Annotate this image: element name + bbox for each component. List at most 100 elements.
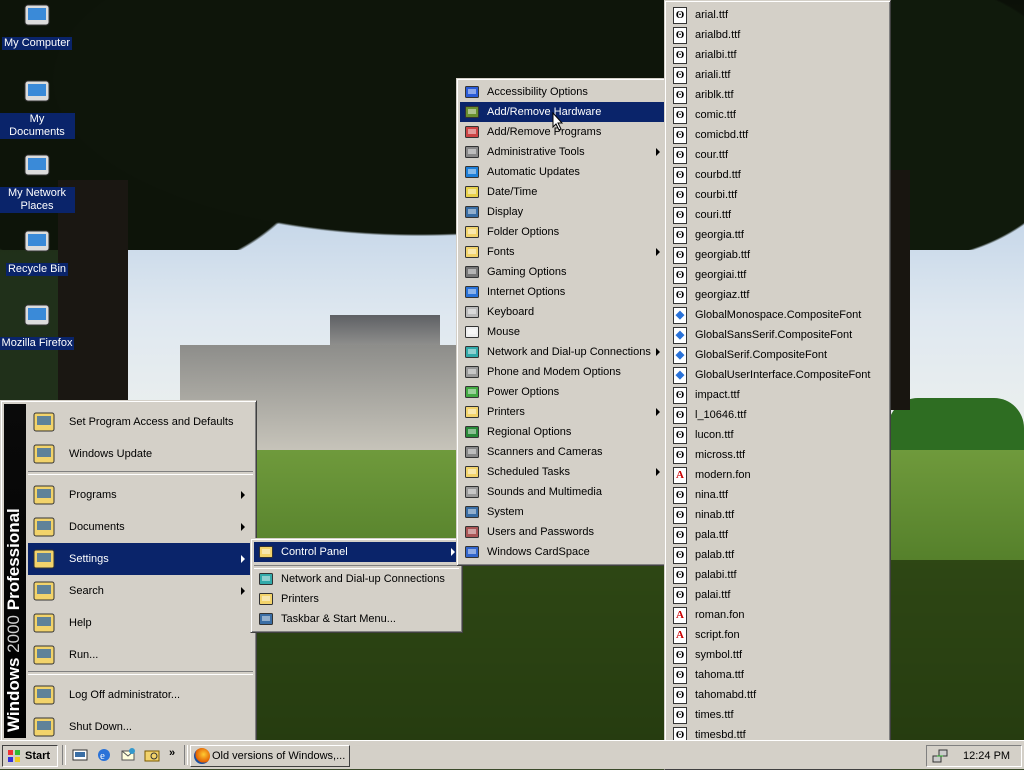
truetype-font-icon: ʘ <box>673 147 687 164</box>
control-panel-item-22[interactable]: System <box>460 502 664 522</box>
power-options-icon <box>465 386 479 398</box>
font-file-item-19[interactable]: ◆ GlobalUserInterface.CompositeFont <box>668 365 887 385</box>
desktop-icon-my-computer[interactable]: My Computer <box>0 0 75 50</box>
control-panel-item-14[interactable]: Network and Dial-up Connections <box>460 342 664 362</box>
font-file-item-22[interactable]: ʘ lucon.ttf <box>668 425 887 445</box>
control-panel-item-12[interactable]: Keyboard <box>460 302 664 322</box>
settings-item-2[interactable]: Network and Dial-up Connections <box>254 569 459 589</box>
control-panel-item-15[interactable]: Phone and Modem Options <box>460 362 664 382</box>
desktop-icon-network-places[interactable]: My Network Places <box>0 150 75 213</box>
font-file-item-17[interactable]: ◆ GlobalSansSerif.CompositeFont <box>668 325 887 345</box>
font-file-item-21[interactable]: ʘ l_10646.ttf <box>668 405 887 425</box>
control-panel-item-8[interactable]: Folder Options <box>460 222 664 242</box>
control-panel-item-10[interactable]: Gaming Options <box>460 262 664 282</box>
control-panel-item-9[interactable]: Fonts <box>460 242 664 262</box>
font-file-item-3[interactable]: ʘ arialbi.ttf <box>668 45 887 65</box>
taskbar-separator <box>62 745 66 765</box>
control-panel-item-5[interactable]: Automatic Updates <box>460 162 664 182</box>
fonts-submenu: ʘ arial.ttf ʘ arialbd.ttf ʘ arialbi.ttf ʘ arial… <box>664 0 891 770</box>
font-file-item-26[interactable]: ʘ ninab.ttf <box>668 505 887 525</box>
show-desktop-icon[interactable] <box>72 747 88 763</box>
start-menu-item-run[interactable]: Run... <box>28 639 251 671</box>
font-file-item-13[interactable]: ʘ georgiab.ttf <box>668 245 887 265</box>
font-file-item-31[interactable]: Aroman.fon <box>668 605 887 625</box>
font-file-item-2[interactable]: ʘ arialbd.ttf <box>668 25 887 45</box>
font-file-item-28[interactable]: ʘ palab.ttf <box>668 545 887 565</box>
desktop-icon-label: Recycle Bin <box>5 263 69 276</box>
font-file-item-29[interactable]: ʘ palabi.ttf <box>668 565 887 585</box>
font-file-item-7[interactable]: ʘ comicbd.ttf <box>668 125 887 145</box>
control-panel-item-21[interactable]: Sounds and Multimedia <box>460 482 664 502</box>
font-file-item-label: courbi.ttf <box>695 189 738 201</box>
font-file-item-9[interactable]: ʘ courbd.ttf <box>668 165 887 185</box>
start-menu-item-program-access[interactable]: Set Program Access and Defaults <box>28 406 251 438</box>
quick-launch-overflow[interactable]: » <box>169 747 175 759</box>
font-file-item-16[interactable]: ◆ GlobalMonospace.CompositeFont <box>668 305 887 325</box>
font-file-item-8[interactable]: ʘ cour.ttf <box>668 145 887 165</box>
truetype-font-icon: ʘ <box>673 587 687 604</box>
start-menu-item-search[interactable]: Search <box>28 575 251 607</box>
start-menu-item-help[interactable]: Help <box>28 607 251 639</box>
font-file-item-label: modern.fon <box>695 469 751 481</box>
control-panel-item-19[interactable]: Scanners and Cameras <box>460 442 664 462</box>
font-file-item-4[interactable]: ʘ ariali.ttf <box>668 65 887 85</box>
font-file-item-20[interactable]: ʘ impact.ttf <box>668 385 887 405</box>
taskbar-clock[interactable]: 12:24 PM <box>963 750 1010 762</box>
control-panel-item-6[interactable]: Date/Time <box>460 182 664 202</box>
outlook-express-icon[interactable] <box>120 747 136 763</box>
settings-submenu: Control Panel Network and Dial-up Connec… <box>250 538 463 633</box>
control-panel-item-11[interactable]: Internet Options <box>460 282 664 302</box>
desktop-icon-label: My Computer <box>1 37 73 50</box>
start-menu-item-windows-update[interactable]: Windows Update <box>28 438 251 470</box>
font-file-item-34[interactable]: ʘ tahoma.ttf <box>668 665 887 685</box>
font-file-item-32[interactable]: Ascript.fon <box>668 625 887 645</box>
font-file-item-12[interactable]: ʘ georgia.ttf <box>668 225 887 245</box>
start-button[interactable]: Start <box>2 745 58 767</box>
settings-item-4[interactable]: Taskbar & Start Menu... <box>254 609 459 629</box>
desktop-icon-my-documents[interactable]: My Documents <box>0 76 75 139</box>
start-menu-item-documents[interactable]: Documents <box>28 511 251 543</box>
start-menu-item-log-off[interactable]: Log Off administrator... <box>28 679 251 711</box>
font-file-item-5[interactable]: ʘ ariblk.ttf <box>668 85 887 105</box>
control-panel-item-18[interactable]: Regional Options <box>460 422 664 442</box>
control-panel-item-7[interactable]: Display <box>460 202 664 222</box>
font-file-item-27[interactable]: ʘ pala.ttf <box>668 525 887 545</box>
font-file-item-25[interactable]: ʘ nina.ttf <box>668 485 887 505</box>
control-panel-item-16[interactable]: Power Options <box>460 382 664 402</box>
desktop-icon-firefox[interactable]: Mozilla Firefox <box>0 300 75 350</box>
font-file-item-24[interactable]: Amodern.fon <box>668 465 887 485</box>
control-panel-item-4[interactable]: Administrative Tools <box>460 142 664 162</box>
font-file-item-30[interactable]: ʘ palai.ttf <box>668 585 887 605</box>
internet-explorer-icon[interactable]: e <box>96 747 112 763</box>
truetype-font-icon: ʘ <box>673 647 687 664</box>
font-file-item-11[interactable]: ʘ couri.ttf <box>668 205 887 225</box>
settings-item-3[interactable]: Printers <box>254 589 459 609</box>
font-file-item-14[interactable]: ʘ georgiai.ttf <box>668 265 887 285</box>
start-menu-item-programs[interactable]: Programs <box>28 479 251 511</box>
task-button-firefox[interactable]: Old versions of Windows,... <box>190 745 350 767</box>
font-file-item-6[interactable]: ʘ comic.ttf <box>668 105 887 125</box>
desktop-icon-recycle-bin[interactable]: Recycle Bin <box>0 226 75 276</box>
font-file-item-35[interactable]: ʘ tahomabd.ttf <box>668 685 887 705</box>
control-panel-item-23[interactable]: Users and Passwords <box>460 522 664 542</box>
font-file-item-33[interactable]: ʘ symbol.ttf <box>668 645 887 665</box>
font-file-item-23[interactable]: ʘ micross.ttf <box>668 445 887 465</box>
font-file-item-36[interactable]: ʘ times.ttf <box>668 705 887 725</box>
font-file-item-18[interactable]: ◆ GlobalSerif.CompositeFont <box>668 345 887 365</box>
desktop-icon-label: My Network Places <box>0 187 75 213</box>
control-panel-item-24[interactable]: Windows CardSpace <box>460 542 664 562</box>
font-file-item-15[interactable]: ʘ georgiaz.ttf <box>668 285 887 305</box>
start-menu-item-label: Settings <box>69 553 109 565</box>
font-file-item-1[interactable]: ʘ arial.ttf <box>668 5 887 25</box>
network-tray-icon[interactable] <box>932 748 948 764</box>
control-panel-item-20[interactable]: Scheduled Tasks <box>460 462 664 482</box>
control-panel-item-13[interactable]: Mouse <box>460 322 664 342</box>
control-panel-item-label: Gaming Options <box>487 266 567 278</box>
start-menu-item-shut-down[interactable]: Shut Down... <box>28 711 251 743</box>
control-panel-item-1[interactable]: Accessibility Options <box>460 82 664 102</box>
start-menu-item-settings[interactable]: Settings <box>28 543 251 575</box>
control-panel-item-17[interactable]: Printers <box>460 402 664 422</box>
font-file-item-10[interactable]: ʘ courbi.ttf <box>668 185 887 205</box>
settings-item-1[interactable]: Control Panel <box>254 542 459 562</box>
explorer-icon[interactable] <box>144 747 160 763</box>
